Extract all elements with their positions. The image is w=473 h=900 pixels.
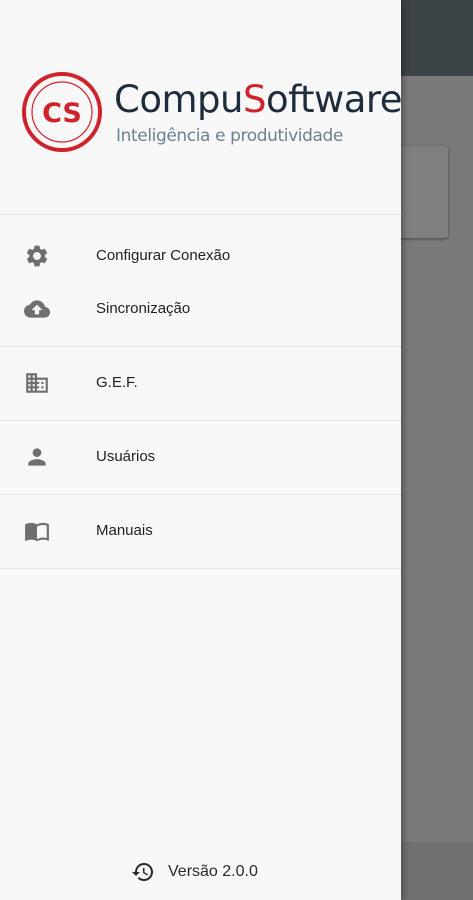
- menu-item-gef[interactable]: G.E.F.: [0, 357, 401, 410]
- menu-item-label: Manuais: [96, 522, 153, 539]
- cloud-upload-icon: [24, 300, 50, 318]
- building-icon: [26, 373, 48, 393]
- menu-item-label: Usuários: [96, 448, 156, 465]
- menu-divider: [0, 568, 401, 569]
- brand-tagline: Inteligência e produtividade: [116, 126, 343, 146]
- menu-item-label: G.E.F.: [96, 374, 138, 391]
- logo-text: CS: [42, 98, 82, 129]
- menu-item-label: Configurar Conexão: [96, 247, 231, 264]
- version-label: Versão 2.0.0: [168, 863, 258, 880]
- menu-item-label: Sincronização: [96, 300, 191, 317]
- compusoftware-logo-icon: CS: [22, 72, 102, 152]
- brand-name-part2: oftware: [265, 78, 403, 121]
- menu-item-usuarios[interactable]: Usuários: [0, 431, 401, 484]
- person-icon: [28, 448, 46, 466]
- menu-item-configurar-conexao[interactable]: Configurar Conexão: [0, 230, 401, 283]
- brand-name-s: S: [242, 78, 267, 121]
- drawer-header: CS CompuSoftware Inteligência e produtiv…: [0, 0, 403, 215]
- brand-name-part1: Compu: [114, 78, 243, 121]
- book-icon: [25, 522, 49, 542]
- gear-icon: [26, 245, 48, 267]
- menu-item-sincronizacao[interactable]: Sincronização: [0, 283, 401, 336]
- history-icon: [132, 863, 153, 881]
- navigation-drawer: CS CompuSoftware Inteligência e produtiv…: [0, 0, 403, 900]
- menu-item-manuais[interactable]: Manuais: [0, 505, 401, 558]
- brand-name: CompuSoftware: [114, 78, 403, 121]
- drawer-menu: Configurar Conexão Sincronização G.E.F.: [0, 230, 401, 569]
